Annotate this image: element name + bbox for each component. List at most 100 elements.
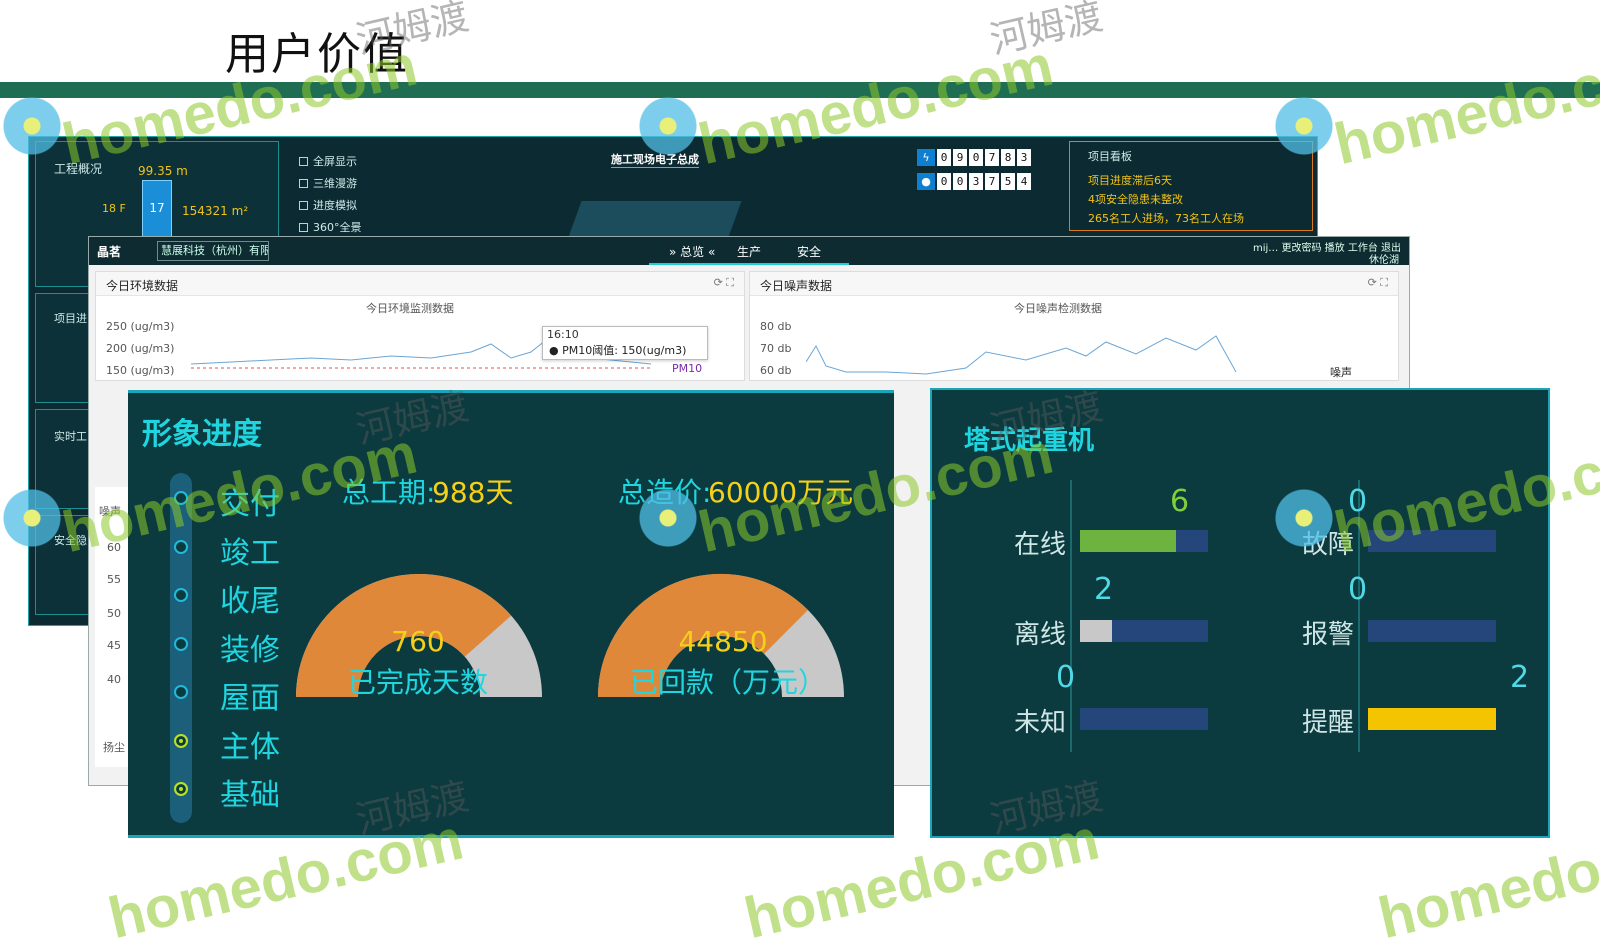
menu-fullscreen[interactable]: 全屏显示 (299, 153, 357, 169)
mid-tabs: » 总览 « 生产 安全 (649, 237, 849, 265)
menu-3d-tour[interactable]: 三维漫游 (299, 175, 357, 191)
watermark-flower-icon (2, 488, 62, 548)
y-tick: 200 (ug/m3) (106, 342, 175, 355)
company-select[interactable]: 慧展科技（杭州）有限公 (157, 241, 269, 261)
counter-digit: 4 (1017, 173, 1031, 190)
brand-name: 晶茗 (97, 245, 122, 259)
tab-label: 总览 (680, 245, 705, 259)
noise-card-header: 今日噪声数据 ⟳ ⛶ (750, 272, 1398, 296)
menu-progress-sim[interactable]: 进度模拟 (299, 197, 357, 213)
tab-overview[interactable]: » 总览 « (669, 243, 715, 260)
board-line: 项目进度滞后6天 (1088, 174, 1172, 187)
days-gauge-label: 已完成天数 (347, 666, 488, 699)
counter-b: ● 0 0 3 7 5 4 (917, 173, 1031, 190)
tab-production[interactable]: 生产 (737, 243, 761, 260)
stage-node (174, 636, 188, 651)
y-tick: 70 db (760, 342, 792, 355)
stage-label: 收尾 (220, 584, 280, 619)
menu-label: 360°全景 (313, 221, 362, 234)
watermark-flower-icon (1274, 96, 1334, 156)
height-value: 99.35 m (138, 164, 188, 178)
y-tick: 55 (107, 573, 121, 586)
y-tick: 80 db (760, 320, 792, 333)
floors-label: 18 F (102, 202, 126, 215)
refresh-expand-icons[interactable]: ⟳ ⛶ (714, 276, 734, 290)
location-label: 休伦湖 (1369, 255, 1399, 266)
crane-status-bar (1080, 620, 1208, 642)
stage-label: 装修 (220, 632, 280, 668)
env-card-header: 今日环境数据 ⟳ ⛶ (96, 272, 744, 296)
payment-gauge-value: 44850 (678, 625, 768, 658)
refresh-expand-icons[interactable]: ⟳ ⛶ (1368, 276, 1388, 290)
stage-node (174, 685, 188, 699)
counter-digit: 0 (937, 149, 951, 166)
noise-line-chart (806, 335, 1237, 375)
board-title: 项目看板 (1088, 150, 1132, 163)
tooltip-text: ● PM10阈值: 150(ug/m3) (549, 344, 687, 357)
noise-series-line (806, 335, 1237, 375)
menu-label: 进度模拟 (313, 199, 357, 212)
counter-digit: 9 (953, 149, 967, 166)
play-icon (299, 201, 308, 210)
y-tick: 45 (107, 639, 121, 652)
progress-title: 形象进度 (142, 417, 262, 452)
counter-a: ϟ 0 9 0 7 8 3 (917, 149, 1031, 166)
board-line: 265名工人进场，73名工人在场 (1088, 212, 1244, 225)
crane-status-bar (1368, 708, 1496, 730)
counter-digit: 0 (969, 149, 983, 166)
legend-noise: 噪声 (1330, 366, 1352, 379)
center-title: 施工现场电子总成 (611, 153, 699, 168)
tooltip-time: 16:10 (547, 328, 579, 341)
floor-current: 17 (149, 201, 165, 215)
side-label-progress: 项目进 (54, 312, 87, 325)
progress-side-panel: 项目进 (35, 293, 95, 403)
crane-status-count: 6 (1170, 484, 1190, 519)
menu-panorama[interactable]: 360°全景 (299, 219, 362, 235)
tooltip-value: PM10阈值: 150(ug/m3) (562, 344, 687, 357)
menu-label: 三维漫游 (313, 177, 357, 190)
drop-icon: ● (917, 173, 935, 190)
divider-line (1070, 480, 1072, 752)
tab-safety[interactable]: 安全 (797, 243, 821, 260)
site-model-graphic (568, 201, 742, 237)
crane-status-bar (1080, 708, 1208, 730)
area-value: 154321 m² (182, 204, 249, 218)
fragment-bottom-label: 扬尘 (103, 741, 125, 754)
crane-status-label: 离线 (1014, 620, 1067, 650)
project-board: 项目看板 项目进度滞后6天 4项安全隐患未整改 265名工人进场，73名工人在场 (1069, 141, 1313, 231)
crane-status-label: 报警 (1302, 620, 1355, 650)
menu-label: 全屏显示 (313, 155, 357, 168)
counter-digit: 3 (969, 173, 983, 190)
panorama-icon (299, 223, 308, 232)
crane-status-bar-fill (1080, 620, 1112, 642)
crane-status-count: 0 (1056, 660, 1076, 695)
env-data-card: 今日环境数据 ⟳ ⛶ 今日环境监测数据 250 (ug/m3) 200 (ug/… (95, 271, 745, 381)
stage-node (174, 733, 188, 748)
y-tick: 150 (ug/m3) (106, 364, 175, 377)
stage-label: 竣工 (220, 535, 280, 571)
mid-topbar: 晶茗 慧展科技（杭州）有限公 » 总览 « 生产 安全 mij… 更改密码 播放… (89, 237, 1409, 266)
crane-status-bar (1368, 620, 1496, 642)
noise-data-card: 今日噪声数据 ⟳ ⛶ 今日噪声检测数据 80 db 70 db 60 db 噪声 (749, 271, 1399, 381)
counter-digit: 7 (985, 149, 999, 166)
legend-pm10: PM10 (672, 362, 703, 375)
crane-status-count: 2 (1510, 660, 1530, 695)
duration-value: 988天 (432, 476, 514, 509)
chart-tooltip: 16:10 ● PM10阈值: 150(ug/m3) (542, 326, 708, 360)
noise-subtitle: 今日噪声检测数据 (1014, 302, 1102, 315)
watermark-flower-icon (2, 96, 62, 156)
crane-status-bar (1080, 530, 1208, 552)
y-tick: 60 db (760, 364, 792, 377)
lightning-icon: ϟ (917, 149, 935, 166)
y-tick: 50 (107, 607, 121, 620)
counter-digit: 8 (1001, 149, 1015, 166)
crane-status-bar-fill (1080, 530, 1176, 552)
stage-node (174, 782, 188, 796)
watermark-text: homedo.com (1328, 32, 1600, 178)
side-label-workers: 实时工 (54, 430, 87, 443)
crane-status-label: 未知 (1014, 708, 1067, 738)
y-tick: 250 (ug/m3) (106, 320, 175, 333)
watermark-flower-icon (638, 488, 698, 548)
stage-node (174, 588, 188, 602)
crane-status-bar-fill (1368, 708, 1496, 730)
